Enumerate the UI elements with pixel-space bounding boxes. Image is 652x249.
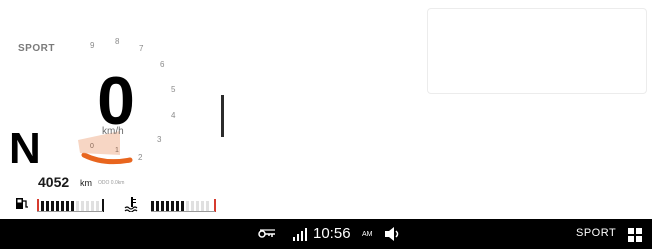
status-riding-mode[interactable]: SPORT xyxy=(576,227,616,239)
grid-menu-icon[interactable] xyxy=(628,228,642,242)
gear-indicator: N xyxy=(9,124,41,173)
key-icon[interactable] xyxy=(258,227,276,241)
fuel-pump-icon xyxy=(15,196,29,213)
rpm-tick-5: 5 xyxy=(171,85,176,94)
rpm-tick-6: 6 xyxy=(160,60,165,69)
fuel-baseline xyxy=(37,211,103,212)
coolant-temp-icon xyxy=(124,196,140,215)
rpm-tick-8: 8 xyxy=(115,37,120,46)
status-bar: 10:56 AM SPORT xyxy=(0,219,652,249)
instrument-cluster: 9 8 7 6 5 4 3 2 1 0 SPORT 0 km/h N 4052 … xyxy=(0,0,222,219)
odometer-value: 4052 xyxy=(38,174,70,190)
speed-readout: 0 xyxy=(97,63,135,139)
info-card[interactable] xyxy=(427,8,647,94)
clock-ampm: AM xyxy=(362,231,373,238)
rpm-tick-1: 1 xyxy=(115,147,119,154)
coolant-temp-gauge xyxy=(124,195,218,213)
signal-strength-icon xyxy=(293,227,307,241)
temp-baseline xyxy=(151,211,215,212)
clock-time: 10:56 xyxy=(313,225,351,242)
fuel-gauge xyxy=(15,195,105,213)
volume-icon[interactable] xyxy=(384,226,402,242)
rpm-tick-9: 9 xyxy=(90,41,95,50)
rpm-tick-2: 2 xyxy=(138,153,143,162)
rpm-tick-4: 4 xyxy=(171,111,176,120)
odometer-unit: km xyxy=(80,178,92,188)
rpm-tick-0: 0 xyxy=(90,143,94,150)
panel-divider xyxy=(221,95,224,137)
riding-mode-label: SPORT xyxy=(18,43,55,54)
fuel-level-bars xyxy=(41,196,101,212)
redline-arc xyxy=(81,152,133,165)
dashboard-screen: 9 8 7 6 5 4 3 2 1 0 SPORT 0 km/h N 4052 … xyxy=(0,0,652,249)
odometer-subtext: ODO 0.0km xyxy=(98,180,125,186)
rpm-tick-7: 7 xyxy=(139,44,144,53)
temp-level-bars xyxy=(151,196,211,212)
rpm-tick-3: 3 xyxy=(157,135,162,144)
speed-unit: km/h xyxy=(102,126,124,137)
tachometer-gauge: 9 8 7 6 5 4 3 2 1 0 xyxy=(78,37,176,165)
